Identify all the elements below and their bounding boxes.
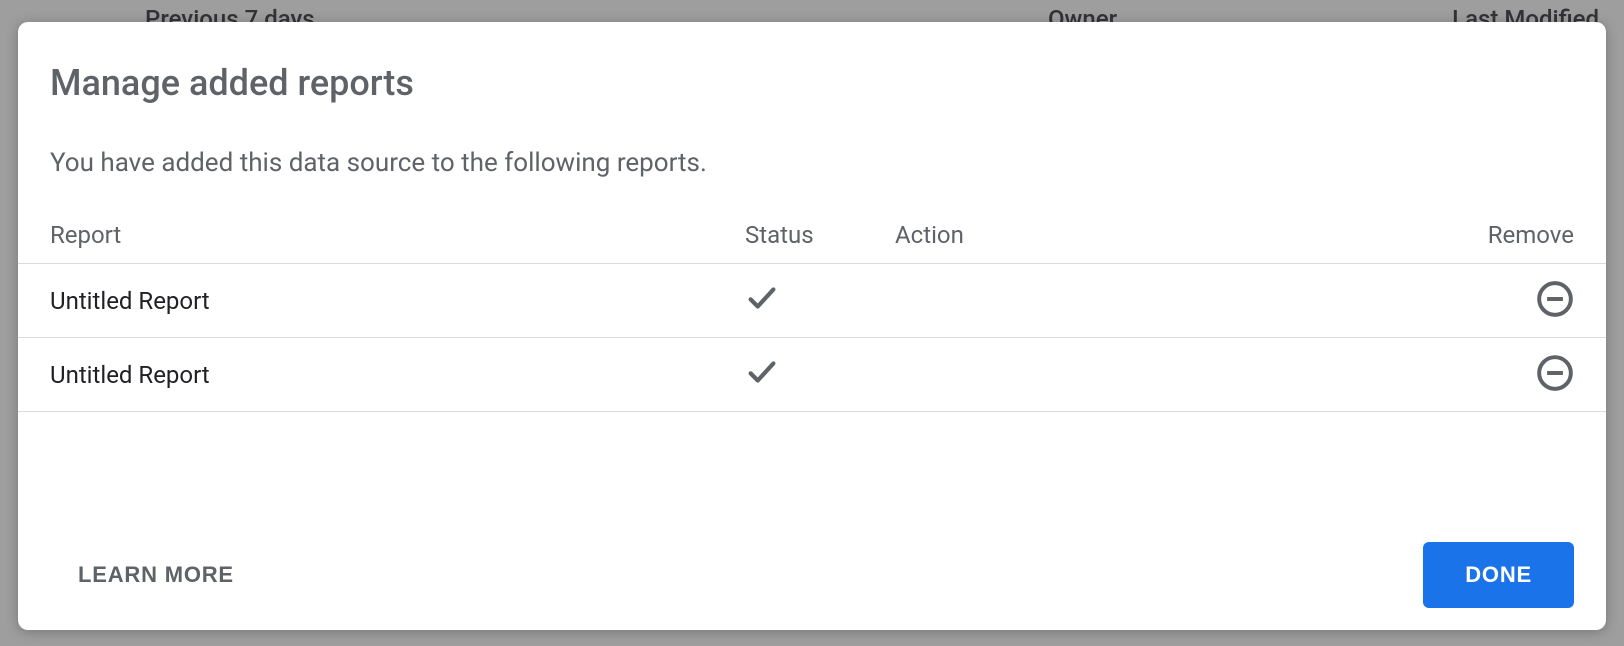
report-name: Untitled Report (50, 361, 745, 389)
column-header-report: Report (50, 221, 745, 249)
learn-more-button[interactable]: LEARN MORE (50, 546, 262, 604)
dialog-subtitle: You have added this data source to the f… (18, 104, 1606, 178)
done-button[interactable]: DONE (1423, 542, 1574, 608)
column-header-status: Status (745, 221, 895, 249)
check-icon (745, 355, 779, 395)
dialog-footer: LEARN MORE DONE (18, 542, 1606, 630)
manage-reports-dialog: Manage added reports You have added this… (18, 22, 1606, 630)
table-row: Untitled Report (18, 264, 1606, 338)
remove-circle-icon (1536, 280, 1574, 321)
check-icon (745, 281, 779, 321)
remove-button[interactable] (1536, 356, 1574, 394)
dialog-title: Manage added reports (18, 22, 1606, 104)
reports-table: Report Status Action Remove Untitled Rep… (18, 206, 1606, 412)
remove-button[interactable] (1536, 282, 1574, 320)
report-name: Untitled Report (50, 287, 745, 315)
table-row: Untitled Report (18, 338, 1606, 412)
column-header-action: Action (895, 221, 1275, 249)
table-header: Report Status Action Remove (18, 206, 1606, 264)
remove-circle-icon (1536, 354, 1574, 395)
column-header-remove: Remove (1275, 221, 1574, 249)
